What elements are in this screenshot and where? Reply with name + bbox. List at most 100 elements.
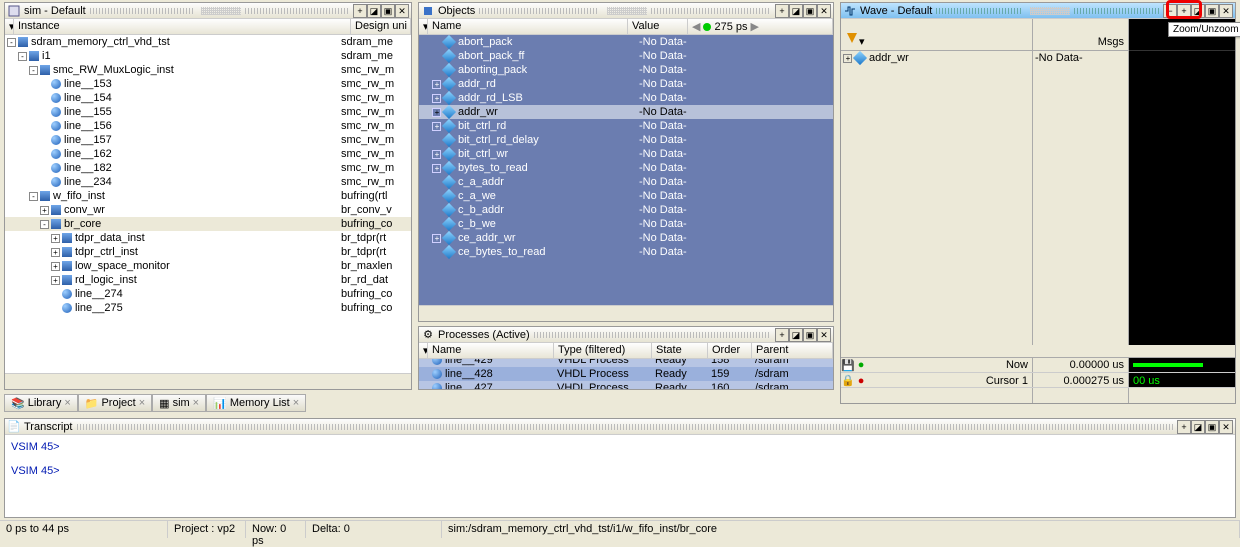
add-button[interactable]: + — [1177, 4, 1191, 18]
tab-project[interactable]: 📁Project× — [78, 394, 152, 412]
grip3[interactable] — [245, 8, 349, 14]
object-row[interactable]: c_a_we-No Data- — [419, 189, 833, 203]
dock-button[interactable]: ◪ — [1191, 420, 1205, 434]
col-name[interactable]: Name — [428, 19, 628, 34]
tree-row[interactable]: line__182smc_rw_m — [5, 161, 411, 175]
dock-button[interactable]: ◪ — [789, 328, 803, 342]
time-next-icon[interactable]: ▶ — [751, 20, 759, 33]
object-row[interactable]: +addr_rd_LSB-No Data- — [419, 91, 833, 105]
close-button[interactable]: ✕ — [817, 4, 831, 18]
expand-toggle[interactable]: - — [18, 52, 27, 61]
tree-row[interactable]: -i1sdram_me — [5, 49, 411, 63]
col-toggle[interactable]: ▾ — [419, 19, 428, 34]
expand-toggle[interactable]: + — [432, 234, 441, 243]
tree-row[interactable]: line__275bufring_co — [5, 301, 411, 315]
tree-row[interactable]: line__153smc_rw_m — [5, 77, 411, 91]
time-widget[interactable]: ◀ 275 ps ▶ — [688, 19, 833, 34]
col-ptype[interactable]: Type (filtered) — [554, 343, 652, 358]
expand-toggle[interactable]: - — [7, 38, 16, 47]
dock-button[interactable]: ◪ — [367, 4, 381, 18]
objects-hscroll[interactable] — [419, 305, 833, 321]
tree-row[interactable]: +low_space_monitorbr_maxlen — [5, 259, 411, 273]
object-row[interactable]: +ce_addr_wr-No Data- — [419, 231, 833, 245]
col-design[interactable]: Design uni — [351, 19, 411, 34]
grip[interactable] — [534, 332, 771, 338]
disk-icon[interactable]: 💾 — [841, 359, 855, 372]
grip[interactable] — [77, 424, 1174, 430]
tree-row[interactable]: line__156smc_rw_m — [5, 119, 411, 133]
tree-row[interactable]: line__157smc_rw_m — [5, 133, 411, 147]
maximize-button[interactable]: ▣ — [1205, 4, 1219, 18]
tree-row[interactable]: line__274bufring_co — [5, 287, 411, 301]
sim-tree[interactable]: -sdram_memory_ctrl_vhd_tstsdram_me-i1sdr… — [5, 35, 411, 389]
col-toggle[interactable]: ▾ — [5, 19, 14, 34]
expand-toggle[interactable]: + — [51, 262, 60, 271]
process-row[interactable]: line__429VHDL ProcessReady158/sdram — [419, 359, 833, 367]
grip[interactable] — [479, 8, 599, 14]
expand-toggle[interactable]: + — [51, 248, 60, 257]
objects-list[interactable]: abort_pack-No Data-abort_pack_ff-No Data… — [419, 35, 833, 321]
wave-plot-hscroll[interactable] — [1129, 388, 1235, 403]
expand-toggle[interactable]: + — [432, 108, 441, 117]
col-instance[interactable]: Instance — [14, 19, 351, 34]
tree-row[interactable]: line__162smc_rw_m — [5, 147, 411, 161]
run-icon[interactable]: ● — [858, 359, 865, 371]
tab-close-icon[interactable]: × — [139, 397, 145, 409]
minus-button[interactable]: − — [1163, 4, 1177, 18]
grip2[interactable] — [607, 7, 647, 15]
tree-row[interactable]: -w_fifo_instbufring(rtl — [5, 189, 411, 203]
object-row[interactable]: +addr_wr-No Data- — [419, 105, 833, 119]
lock-icon[interactable]: 🔒 — [841, 374, 855, 387]
expand-toggle[interactable]: + — [432, 80, 441, 89]
object-row[interactable]: c_a_addr-No Data- — [419, 175, 833, 189]
wave-vals-hscroll[interactable] — [1033, 388, 1129, 403]
expand-toggle[interactable]: + — [40, 206, 49, 215]
process-row[interactable]: line__428VHDL ProcessReady159/sdram — [419, 367, 833, 381]
expand-toggle[interactable]: + — [51, 234, 60, 243]
time-prev-icon[interactable]: ◀ — [692, 20, 700, 33]
maximize-button[interactable]: ▣ — [803, 328, 817, 342]
dock-button[interactable]: ◪ — [1191, 4, 1205, 18]
maximize-button[interactable]: ▣ — [381, 4, 395, 18]
close-button[interactable]: ✕ — [395, 4, 409, 18]
col-pname[interactable]: Name — [428, 343, 554, 358]
wave-signal-row[interactable]: + addr_wr — [841, 51, 1032, 65]
grip[interactable] — [90, 8, 194, 14]
object-row[interactable]: abort_pack_ff-No Data- — [419, 49, 833, 63]
tree-row[interactable]: +rd_logic_instbr_rd_dat — [5, 273, 411, 287]
grip[interactable] — [936, 8, 1021, 14]
object-row[interactable]: +bytes_to_read-No Data- — [419, 161, 833, 175]
process-row[interactable]: line__427VHDL ProcessReady160/sdram — [419, 381, 833, 389]
wave-names-hscroll[interactable] — [841, 388, 1033, 403]
tree-row[interactable]: -smc_RW_MuxLogic_instsmc_rw_m — [5, 63, 411, 77]
tree-row[interactable]: line__154smc_rw_m — [5, 91, 411, 105]
add-button[interactable]: + — [775, 4, 789, 18]
close-button[interactable]: ✕ — [817, 328, 831, 342]
expand-toggle[interactable]: + — [432, 94, 441, 103]
tree-row[interactable]: +conv_wrbr_conv_v — [5, 203, 411, 217]
tab-library[interactable]: 📚Library× — [4, 394, 78, 412]
object-row[interactable]: +addr_rd-No Data- — [419, 77, 833, 91]
col-pstate[interactable]: State — [652, 343, 708, 358]
col-value[interactable]: Value — [628, 19, 688, 34]
close-button[interactable]: ✕ — [1219, 420, 1233, 434]
add-button[interactable]: + — [353, 4, 367, 18]
tab-close-icon[interactable]: × — [193, 397, 199, 409]
maximize-button[interactable]: ▣ — [803, 4, 817, 18]
tab-close-icon[interactable]: × — [293, 397, 299, 409]
expand-toggle[interactable]: - — [29, 192, 38, 201]
object-row[interactable]: +bit_ctrl_wr-No Data- — [419, 147, 833, 161]
expand-toggle[interactable]: + — [51, 276, 60, 285]
stop-icon[interactable]: ● — [858, 375, 865, 387]
wave-tool-icon[interactable]: ▾ — [845, 31, 865, 48]
tree-row[interactable]: +tdpr_ctrl_instbr_tdpr(rt — [5, 245, 411, 259]
close-button[interactable]: ✕ — [1219, 4, 1233, 18]
object-row[interactable]: bit_ctrl_rd_delay-No Data- — [419, 133, 833, 147]
tree-row[interactable]: line__155smc_rw_m — [5, 105, 411, 119]
object-row[interactable]: c_b_we-No Data- — [419, 217, 833, 231]
tab-close-icon[interactable]: × — [64, 397, 70, 409]
dock-button[interactable]: ◪ — [789, 4, 803, 18]
grip2[interactable] — [1030, 7, 1070, 15]
maximize-button[interactable]: ▣ — [1205, 420, 1219, 434]
tab-sim[interactable]: ▦sim× — [152, 394, 206, 412]
